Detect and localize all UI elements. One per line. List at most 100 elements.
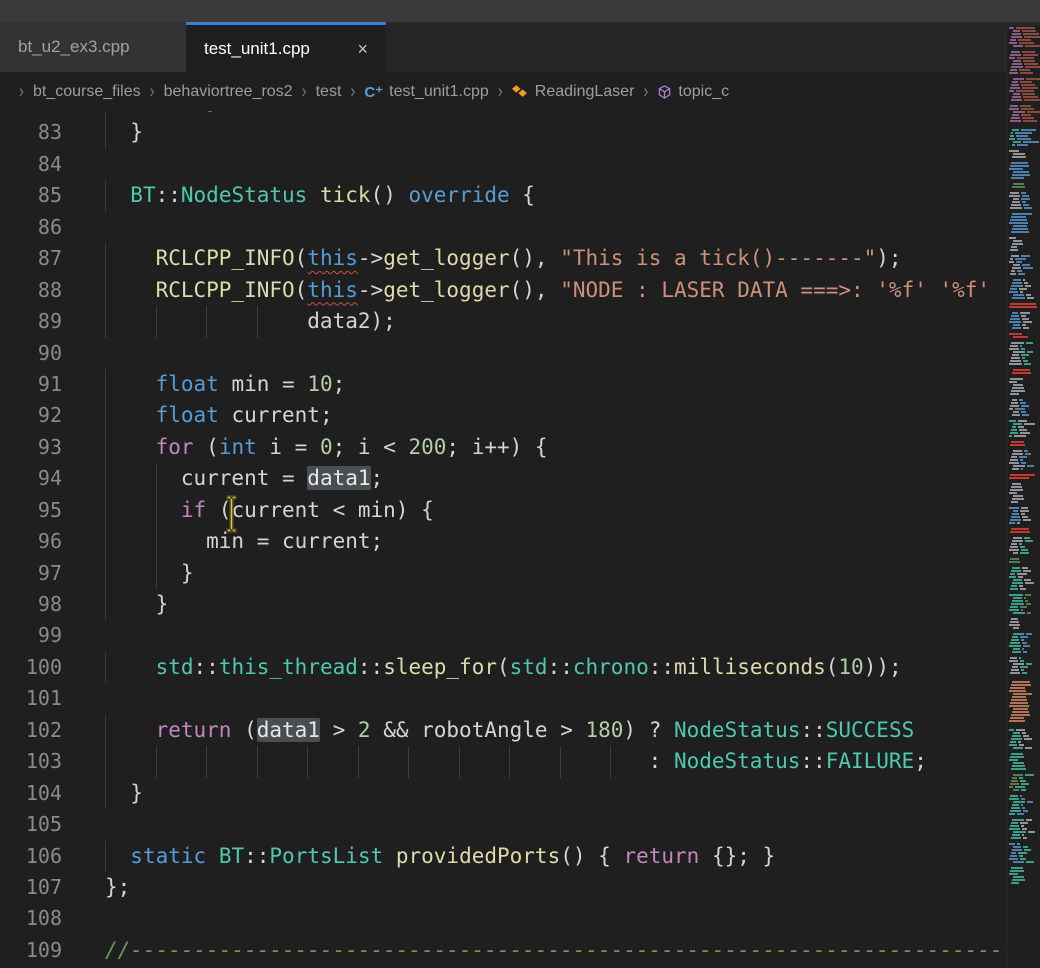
- token: ;: [371, 466, 384, 490]
- minimap-line: [1007, 261, 1040, 263]
- minimap-line: [1007, 336, 1040, 338]
- code-line-84[interactable]: 84: [0, 149, 1040, 180]
- breadcrumb-item-bt-course-files[interactable]: bt_course_files: [33, 83, 141, 101]
- line-number[interactable]: 89: [0, 306, 62, 337]
- line-number[interactable]: 92: [0, 400, 62, 431]
- code-line-94[interactable]: 94 current = data1;: [0, 463, 1040, 494]
- line-number[interactable]: 96: [0, 526, 62, 557]
- minimap-line: [1007, 420, 1040, 422]
- line-number[interactable]: 101: [0, 683, 62, 714]
- line-number[interactable]: 108: [0, 903, 62, 934]
- minimap-line: [1007, 759, 1040, 761]
- code-line-83[interactable]: 83 }: [0, 117, 1040, 148]
- line-number[interactable]: 106: [0, 841, 62, 872]
- code-line-97[interactable]: 97 }: [0, 558, 1040, 589]
- code-line-92[interactable]: 92 float current;: [0, 400, 1040, 431]
- minimap-line: [1007, 600, 1040, 602]
- code-line-90[interactable]: 90: [0, 338, 1040, 369]
- line-number[interactable]: 104: [0, 778, 62, 809]
- line-number[interactable]: 105: [0, 809, 62, 840]
- minimap-line: [1007, 717, 1040, 719]
- code-editor[interactable]: 82 });83 }8485 BT::NodeStatus tick() ove…: [0, 86, 1040, 968]
- code-line-93[interactable]: 93 for (int i = 0; i < 200; i++) {: [0, 432, 1040, 463]
- code-line-86[interactable]: 86: [0, 212, 1040, 243]
- minimap-line: [1007, 84, 1040, 86]
- token: 0: [320, 435, 333, 459]
- code-line-105[interactable]: 105: [0, 809, 1040, 840]
- code-line-85[interactable]: 85 BT::NodeStatus tick() override {: [0, 180, 1040, 211]
- line-number[interactable]: 109: [0, 935, 62, 966]
- code-line-99[interactable]: 99: [0, 620, 1040, 651]
- code-line-89[interactable]: 89 data2);: [0, 306, 1040, 337]
- line-number[interactable]: 102: [0, 715, 62, 746]
- code-line-91[interactable]: 91 float min = 10;: [0, 369, 1040, 400]
- minimap-line: [1007, 342, 1040, 344]
- line-number[interactable]: 99: [0, 620, 62, 651]
- token: PortsList: [269, 844, 383, 868]
- code-line-104[interactable]: 104 }: [0, 778, 1040, 809]
- minimap-line: [1007, 51, 1040, 53]
- code-line-103[interactable]: 103 : NodeStatus::FAILURE;: [0, 746, 1040, 777]
- breadcrumb-item-test[interactable]: test: [316, 83, 342, 101]
- minimap-line: [1007, 669, 1040, 671]
- minimap-line: [1007, 834, 1040, 836]
- code-line-108[interactable]: 108: [0, 903, 1040, 934]
- line-number[interactable]: 95: [0, 495, 62, 526]
- code-line-101[interactable]: 101: [0, 683, 1040, 714]
- tab-test-unit1[interactable]: test_unit1.cpp ×: [186, 22, 386, 72]
- code-text: current = data1;: [105, 463, 383, 494]
- code-line-106[interactable]: 106 static BT::PortsList providedPorts()…: [0, 841, 1040, 872]
- code-line-98[interactable]: 98 }: [0, 589, 1040, 620]
- chevron-right-icon: ›: [498, 80, 503, 102]
- token: }: [105, 561, 194, 585]
- minimap-line: [1007, 855, 1040, 857]
- line-number[interactable]: 84: [0, 149, 62, 180]
- breadcrumb-item-test-unit1-cpp[interactable]: C⁺test_unit1.cpp: [364, 83, 488, 101]
- breadcrumb-item-behaviortree-ros2[interactable]: behaviortree_ros2: [164, 83, 293, 101]
- line-number[interactable]: 97: [0, 558, 62, 589]
- minimap-line: [1007, 672, 1040, 674]
- line-number[interactable]: 91: [0, 369, 62, 400]
- minimap-line: [1007, 501, 1040, 503]
- line-number[interactable]: 86: [0, 212, 62, 243]
- breadcrumb-label: ReadingLaser: [535, 83, 635, 101]
- token: 2: [358, 718, 371, 742]
- code-line-102[interactable]: 102 return (data1 > 2 && robotAngle > 18…: [0, 715, 1040, 746]
- minimap-line: [1007, 285, 1040, 287]
- minimap-line: [1007, 258, 1040, 260]
- token: ::: [244, 844, 269, 868]
- line-number[interactable]: 94: [0, 463, 62, 494]
- code-line-100[interactable]: 100 std::this_thread::sleep_for(std::chr…: [0, 652, 1040, 683]
- line-number[interactable]: 98: [0, 589, 62, 620]
- code-line-88[interactable]: 88 RCLCPP_INFO(this->get_logger(), "NODE…: [0, 275, 1040, 306]
- minimap-line: [1007, 90, 1040, 92]
- line-number[interactable]: 93: [0, 432, 62, 463]
- token: (: [194, 435, 219, 459]
- token: NodeStatus: [181, 183, 307, 207]
- minimap-line: [1007, 681, 1040, 683]
- minimap-line: [1007, 87, 1040, 89]
- minimap-line: [1007, 543, 1040, 545]
- code-line-96[interactable]: 96 min = current;: [0, 526, 1040, 557]
- line-number[interactable]: 107: [0, 872, 62, 903]
- line-number[interactable]: 103: [0, 746, 62, 777]
- tab-bt-u2-ex3[interactable]: bt_u2_ex3.cpp: [0, 22, 186, 72]
- line-number[interactable]: 83: [0, 117, 62, 148]
- code-text: }: [105, 778, 143, 809]
- code-line-95[interactable]: 95 if (current < min) {: [0, 495, 1040, 526]
- code-line-107[interactable]: 107};: [0, 872, 1040, 903]
- minimap-line: [1007, 603, 1040, 605]
- breadcrumb-item-topic-c[interactable]: topic_c: [657, 83, 729, 101]
- line-number[interactable]: 85: [0, 180, 62, 211]
- close-icon[interactable]: ×: [357, 40, 368, 58]
- minimap-line: [1007, 93, 1040, 95]
- breadcrumb-item-readinglaser[interactable]: ReadingLaser: [512, 83, 635, 101]
- line-number[interactable]: 87: [0, 243, 62, 274]
- code-line-87[interactable]: 87 RCLCPP_INFO(this->get_logger(), "This…: [0, 243, 1040, 274]
- code-line-109[interactable]: 109//-----------------------------------…: [0, 935, 1040, 966]
- minimap-line: [1007, 825, 1040, 827]
- line-number[interactable]: 100: [0, 652, 62, 683]
- line-number[interactable]: 88: [0, 275, 62, 306]
- minimap[interactable]: [1006, 26, 1040, 968]
- line-number[interactable]: 90: [0, 338, 62, 369]
